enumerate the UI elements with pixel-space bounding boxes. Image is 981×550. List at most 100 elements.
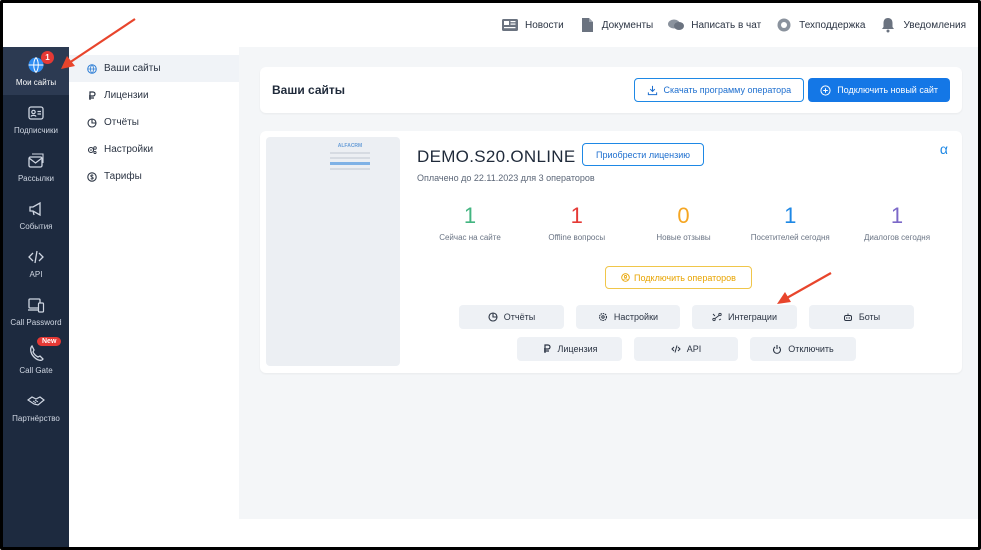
subnav-label: Отчёты bbox=[104, 117, 139, 128]
paid-until-text: Оплачено до 22.11.2023 для 3 операторов bbox=[417, 173, 595, 183]
nav-item-api[interactable]: API bbox=[3, 239, 69, 287]
api-button[interactable]: API bbox=[634, 337, 738, 361]
app-window: Новости Документы Написать в чат Техподд… bbox=[0, 0, 981, 550]
settings-icon bbox=[598, 312, 607, 322]
dollar-icon bbox=[87, 171, 97, 182]
notification-badge: 1 bbox=[41, 51, 54, 64]
globe-icon bbox=[87, 63, 97, 74]
stat-label: Новые отзывы bbox=[656, 233, 711, 242]
document-icon bbox=[581, 18, 593, 32]
connect-operators-label: Подключить операторов bbox=[634, 272, 736, 283]
license-button[interactable]: Лицензия bbox=[517, 337, 622, 361]
bots-button[interactable]: Боты bbox=[809, 305, 914, 329]
footer-strip bbox=[239, 519, 978, 547]
sub-nav: Ваши сайты Лицензии Отчёты Настройки Тар… bbox=[69, 47, 239, 547]
settings-button[interactable]: Настройки bbox=[576, 305, 680, 329]
stat-online-now[interactable]: 1 Сейчас на сайте bbox=[417, 203, 523, 242]
nav-item-call-gate[interactable]: New Call Gate bbox=[3, 335, 69, 383]
site-domain: DEMO.S20.ONLINE bbox=[417, 147, 576, 166]
alpha-icon[interactable]: α bbox=[940, 141, 948, 157]
subnav-label: Настройки bbox=[104, 144, 154, 155]
code-icon bbox=[28, 250, 44, 263]
code-icon bbox=[671, 345, 681, 353]
stat-value: 0 bbox=[677, 203, 690, 228]
lifebuoy-icon bbox=[777, 18, 791, 32]
topbar-chat[interactable]: Написать в чат bbox=[667, 17, 761, 33]
subnav-item-your-sites[interactable]: Ваши сайты bbox=[69, 55, 239, 82]
connect-new-site-button[interactable]: Подключить новый сайт bbox=[808, 78, 950, 102]
nav-item-label: Call Password bbox=[10, 317, 62, 327]
subnav-item-tariffs[interactable]: Тарифы bbox=[69, 163, 239, 190]
site-preview-thumbnail[interactable]: ALFACRM bbox=[266, 137, 400, 366]
settings-label: Настройки bbox=[613, 312, 659, 322]
stat-offline-questions[interactable]: 1 Offline вопросы bbox=[524, 203, 630, 242]
nav-item-label: События bbox=[19, 221, 53, 231]
devices-icon bbox=[28, 297, 45, 313]
api-label: API bbox=[686, 344, 702, 354]
pie-chart-icon bbox=[488, 312, 498, 322]
bell-icon bbox=[882, 18, 895, 33]
bots-label: Боты bbox=[858, 312, 881, 322]
topbar-chat-label: Написать в чат bbox=[691, 19, 762, 31]
nav-item-label: Call Gate bbox=[19, 365, 53, 375]
mail-icon bbox=[28, 152, 44, 168]
integration-icon bbox=[712, 312, 722, 322]
disconnect-label: Отключить bbox=[788, 344, 834, 354]
topbar-documents[interactable]: Документы bbox=[578, 17, 654, 33]
topbar-news-label: Новости bbox=[524, 19, 564, 31]
nav-item-my-sites[interactable]: 1 Мои сайты bbox=[3, 47, 69, 95]
contact-card-icon bbox=[28, 105, 44, 120]
page-title: Ваши сайты bbox=[272, 83, 346, 97]
download-operator-app-button[interactable]: Скачать программу оператора bbox=[633, 78, 805, 102]
topbar-support[interactable]: Техподдержка bbox=[775, 17, 865, 33]
nav-item-label: Подписчики bbox=[13, 125, 58, 135]
left-nav: 1 Мои сайты Подписчики Рассылки События … bbox=[3, 47, 69, 547]
connect-operators-button[interactable]: Подключить операторов bbox=[605, 266, 752, 289]
subnav-label: Тарифы bbox=[104, 171, 142, 182]
preview-logo: ALFACRM bbox=[337, 143, 363, 149]
reports-button[interactable]: Отчёты bbox=[459, 305, 564, 329]
topbar-notifications-label: Уведомления bbox=[903, 19, 966, 31]
download-operator-app-label: Скачать программу оператора bbox=[663, 85, 792, 95]
site-stats: 1 Сейчас на сайте 1 Offline вопросы 0 Но… bbox=[417, 203, 950, 242]
stat-value: 1 bbox=[463, 203, 477, 228]
site-card: ALFACRM DEMO.S20.ONLINE Приобрести лицен… bbox=[260, 131, 962, 373]
preview-line bbox=[330, 168, 370, 170]
phone-icon bbox=[30, 344, 44, 361]
add-user-icon bbox=[621, 273, 630, 282]
nav-item-partnership[interactable]: Партнёрство bbox=[3, 383, 69, 431]
stat-value: 1 bbox=[890, 203, 904, 228]
new-badge: New bbox=[37, 337, 62, 346]
ruble-icon bbox=[543, 344, 551, 353]
bot-icon bbox=[843, 313, 852, 321]
nav-item-label: Партнёрство bbox=[12, 413, 60, 423]
subnav-item-settings[interactable]: Настройки bbox=[69, 136, 239, 163]
settings-icon bbox=[87, 145, 97, 154]
topbar-documents-label: Документы bbox=[601, 19, 654, 31]
stat-label: Диалогов сегодня bbox=[863, 233, 931, 242]
nav-item-call-password[interactable]: Call Password bbox=[3, 287, 69, 335]
stat-dialogs-today[interactable]: 1 Диалогов сегодня bbox=[844, 203, 950, 242]
stat-value: 1 bbox=[570, 203, 583, 228]
pie-chart-icon bbox=[87, 117, 97, 128]
nav-item-subscribers[interactable]: Подписчики bbox=[3, 95, 69, 143]
chat-icon bbox=[668, 19, 685, 30]
power-icon bbox=[773, 345, 782, 354]
disconnect-button[interactable]: Отключить bbox=[750, 337, 856, 361]
nav-item-label: Рассылки bbox=[18, 173, 54, 183]
topbar-notifications[interactable]: Уведомления bbox=[879, 17, 966, 33]
subnav-item-reports[interactable]: Отчёты bbox=[69, 109, 239, 136]
nav-item-mailings[interactable]: Рассылки bbox=[3, 143, 69, 191]
sites-header-card: Ваши сайты Скачать программу оператора П… bbox=[260, 67, 962, 113]
stat-visitors-today[interactable]: 1 Посетителей сегодня bbox=[737, 203, 843, 242]
nav-item-events[interactable]: События bbox=[3, 191, 69, 239]
integrations-label: Интеграции bbox=[728, 312, 777, 322]
topbar-support-label: Техподдержка bbox=[799, 19, 866, 31]
integrations-button[interactable]: Интеграции bbox=[692, 305, 797, 329]
connect-new-site-label: Подключить новый сайт bbox=[837, 85, 938, 95]
subnav-item-licenses[interactable]: Лицензии bbox=[69, 82, 239, 109]
topbar-news[interactable]: Новости bbox=[501, 17, 564, 33]
stat-new-reviews[interactable]: 0 Новые отзывы bbox=[631, 203, 737, 242]
buy-license-button[interactable]: Приобрести лицензию bbox=[582, 143, 705, 166]
preview-line bbox=[330, 157, 370, 159]
